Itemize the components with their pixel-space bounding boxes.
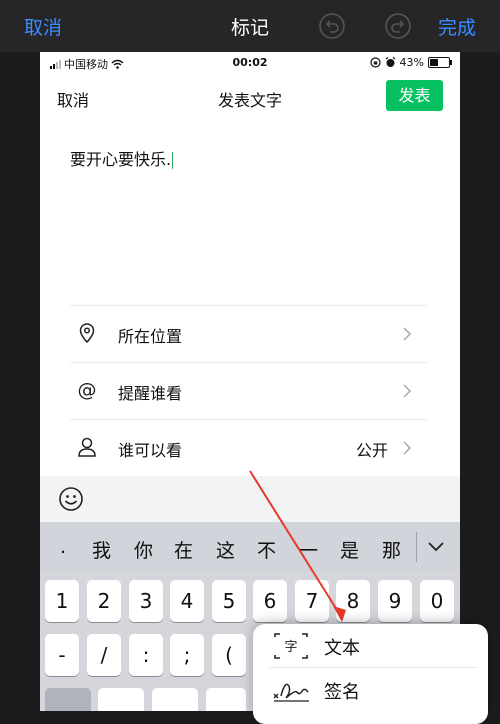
- signature-icon: [273, 683, 309, 702]
- key[interactable]: 0: [420, 580, 454, 622]
- candidate-word[interactable]: 那: [382, 536, 401, 563]
- emoji-icon[interactable]: [58, 486, 84, 512]
- at-mention-icon: @: [78, 379, 97, 401]
- alarm-icon: [385, 57, 395, 67]
- emoji-toolbar: [40, 476, 460, 522]
- key[interactable]: 3: [129, 580, 163, 622]
- compose-cancel-button[interactable]: 取消: [57, 87, 89, 111]
- person-icon: [78, 437, 96, 457]
- option-label: 所在位置: [118, 327, 183, 346]
- carrier-name: 中国移动: [64, 58, 108, 71]
- key[interactable]: [206, 688, 246, 711]
- key[interactable]: 4: [170, 580, 204, 622]
- key[interactable]: 6: [253, 580, 287, 622]
- menu-item-label: 签名: [324, 682, 360, 703]
- key[interactable]: ;: [170, 634, 204, 676]
- candidate-word[interactable]: 你: [134, 536, 153, 563]
- chevron-right-icon: [403, 384, 412, 398]
- undo-icon[interactable]: [318, 12, 346, 40]
- menu-item-signature[interactable]: 签名: [253, 668, 488, 711]
- markup-toolbar: 取消 标记 完成: [0, 0, 500, 52]
- phone-screenshot: 中国移动 00:02 43% 取消 发表文字 发表 要开心要快乐. 所在位置 @…: [40, 52, 460, 711]
- key[interactable]: 9: [378, 580, 412, 622]
- option-location[interactable]: 所在位置: [70, 305, 428, 362]
- menu-item-label: 文本: [324, 638, 360, 659]
- candidate-separator: [416, 532, 417, 562]
- location-pin-icon: [79, 323, 95, 344]
- candidate-bar: . 我 你 在 这 不 一 是 那: [40, 522, 460, 572]
- redo-icon[interactable]: [384, 12, 412, 40]
- text-caret: [172, 152, 174, 169]
- option-remind[interactable]: @ 提醒谁看: [70, 362, 428, 419]
- markup-add-menu: 字 文本 签名: [253, 624, 488, 724]
- key[interactable]: [152, 688, 198, 711]
- battery-percent: 43%: [399, 56, 424, 69]
- chevron-right-icon: [403, 441, 412, 455]
- chevron-right-icon: [403, 327, 412, 341]
- key[interactable]: 7: [295, 580, 329, 622]
- key[interactable]: 2: [87, 580, 121, 622]
- key-shift[interactable]: [45, 688, 91, 711]
- post-text-value: 要开心要快乐.: [70, 150, 172, 169]
- key[interactable]: 5: [212, 580, 246, 622]
- status-right: 43%: [369, 56, 452, 69]
- post-options-list: 所在位置 @ 提醒谁看 谁可以看 公开: [70, 305, 428, 476]
- post-text-input[interactable]: 要开心要快乐.: [70, 146, 174, 170]
- key[interactable]: /: [87, 634, 121, 676]
- chevron-down-icon[interactable]: [426, 540, 446, 554]
- candidate-word[interactable]: 不: [257, 536, 276, 563]
- compose-navbar: 取消 发表文字 发表: [40, 78, 460, 118]
- key[interactable]: 1: [45, 580, 79, 622]
- text-box-icon: 字: [274, 633, 308, 659]
- option-visibility[interactable]: 谁可以看 公开: [70, 419, 428, 476]
- rotation-lock-icon: [369, 57, 381, 68]
- candidate-word[interactable]: 是: [340, 536, 359, 563]
- markup-title: 标记: [230, 17, 269, 39]
- wifi-icon: [111, 59, 124, 69]
- candidate-word[interactable]: 我: [92, 536, 111, 563]
- option-value: 公开: [355, 441, 388, 460]
- publish-button[interactable]: 发表: [386, 80, 443, 111]
- battery-icon: [428, 57, 452, 68]
- option-label: 提醒谁看: [118, 384, 183, 403]
- carrier-info: 中国移动: [50, 56, 124, 72]
- signal-icon: [50, 59, 61, 69]
- key[interactable]: -: [45, 634, 79, 676]
- key[interactable]: 8: [336, 580, 370, 622]
- menu-item-text[interactable]: 字 文本: [253, 624, 488, 667]
- candidate-word[interactable]: .: [60, 536, 66, 558]
- candidate-word[interactable]: 在: [174, 536, 193, 563]
- candidate-word[interactable]: 一: [299, 536, 318, 563]
- key[interactable]: (: [212, 634, 246, 676]
- markup-cancel-button[interactable]: 取消: [24, 13, 62, 40]
- status-bar: 中国移动 00:02 43%: [40, 52, 460, 74]
- key[interactable]: :: [129, 634, 163, 676]
- candidate-word[interactable]: 这: [216, 536, 235, 563]
- option-label: 谁可以看: [118, 441, 183, 460]
- markup-done-button[interactable]: 完成: [438, 13, 476, 40]
- key[interactable]: [98, 688, 144, 711]
- svg-text:字: 字: [284, 640, 297, 655]
- svg-text:@: @: [78, 379, 97, 401]
